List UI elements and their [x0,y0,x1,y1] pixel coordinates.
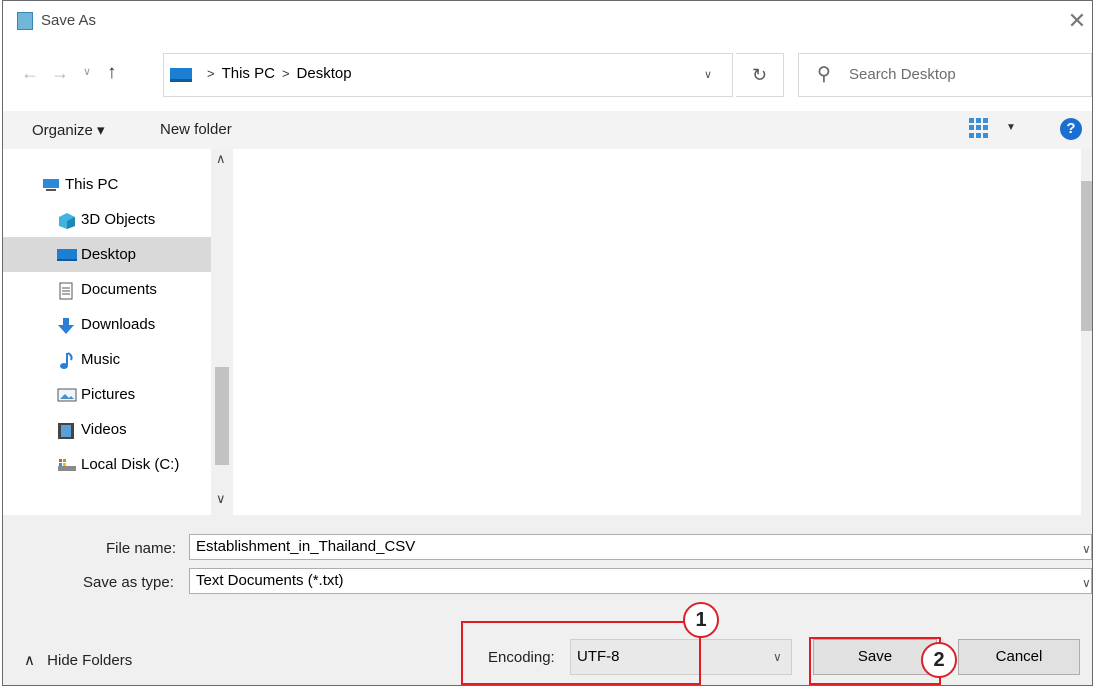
desktop-icon [57,247,77,263]
view-options-icon[interactable] [969,118,989,138]
sidebar-item-videos[interactable]: Videos [3,412,211,447]
file-name-value: Establishment_in_Thailand_CSV [196,538,416,555]
command-bar: Organize ▾ New folder ▼ ? [3,111,1092,149]
music-icon [57,351,75,369]
breadcrumb-this-pc[interactable]: This PC [222,65,275,82]
sidebar-item-label: Videos [81,421,127,438]
save-type-select[interactable]: Text Documents (*.txt) ∨ [189,568,1092,594]
breadcrumb-desktop[interactable]: Desktop [297,65,352,82]
file-list-area[interactable] [233,149,1081,515]
sidebar-item-music[interactable]: Music [3,342,211,377]
file-name-dropdown-icon[interactable]: ∨ [1082,542,1091,556]
sidebar-item-label: Desktop [81,246,137,263]
sidebar-item-label: Music [81,351,121,368]
cancel-button[interactable]: Cancel [958,639,1080,675]
new-folder-button[interactable]: New folder [160,121,232,138]
navigation-pane: This PC 3D Objects Desktop Documents Dow… [3,149,233,515]
forward-arrow-icon[interactable]: → [51,63,69,84]
save-type-value: Text Documents (*.txt) [196,572,344,589]
search-input[interactable]: ⚲ Search Desktop [798,53,1092,97]
chevron-right-icon[interactable]: > [282,66,290,81]
navigation-scrollbar[interactable]: ∧ ∨ [211,149,233,515]
search-icon: ⚲ [817,64,831,85]
refresh-button[interactable]: ↻ [736,53,784,97]
sidebar-item-label: Local Disk (C:) [81,456,180,473]
breadcrumb: > This PC > Desktop [200,65,352,82]
chevron-up-icon: ∧ [24,652,35,669]
sidebar-item-this-pc[interactable]: This PC [3,167,211,202]
pictures-icon [57,387,77,403]
encoding-highlight-box [461,621,701,685]
hide-folders-button[interactable]: ∧ Hide Folders [24,651,132,669]
organize-button[interactable]: Organize ▾ [32,121,105,139]
documents-icon [57,282,75,299]
view-dropdown-icon[interactable]: ▼ [1006,122,1016,133]
downloads-icon [57,317,75,334]
sidebar-item-label: Documents [81,281,157,298]
sidebar-item-label: Downloads [81,316,156,333]
save-type-dropdown-icon[interactable]: ∨ [1082,576,1091,590]
title-bar: Save As ✕ [3,1,1092,43]
folder-tree: This PC 3D Objects Desktop Documents Dow… [3,167,211,482]
sidebar-item-label: Pictures [81,386,136,403]
scrollbar-thumb[interactable] [215,367,229,465]
help-icon[interactable]: ? [1060,118,1082,140]
3d-objects-icon [57,212,75,229]
sidebar-item-label: This PC [65,176,119,193]
up-arrow-icon[interactable]: ↑ [107,62,117,84]
chevron-right-icon: > [207,66,215,81]
desktop-icon [170,68,192,82]
sidebar-item-label: 3D Objects [81,211,156,228]
videos-icon [57,422,75,439]
address-dropdown-icon[interactable]: ∨ [704,68,712,81]
sidebar-item-desktop[interactable]: Desktop [3,237,211,272]
callout-1: 1 [683,602,719,638]
scroll-down-icon[interactable]: ∨ [216,491,226,507]
sidebar-item-local-disk[interactable]: Local Disk (C:) [3,447,211,482]
scrollbar-thumb[interactable] [1081,181,1092,331]
notepad-icon [14,10,33,30]
close-button[interactable]: ✕ [1063,7,1091,35]
address-bar[interactable]: > This PC > Desktop ∨ [163,53,733,97]
local-disk-icon [57,457,76,473]
file-name-label: File name: [106,540,177,557]
callout-2: 2 [921,642,957,678]
this-pc-icon [41,177,59,193]
save-type-label: Save as type: [83,574,174,591]
back-arrow-icon[interactable]: ← [21,63,39,84]
hide-folders-label: Hide Folders [47,652,133,669]
sidebar-item-documents[interactable]: Documents [3,272,211,307]
search-placeholder: Search Desktop [849,66,956,83]
sidebar-item-downloads[interactable]: Downloads [3,307,211,342]
sidebar-item-3d-objects[interactable]: 3D Objects [3,202,211,237]
save-as-dialog: Save As ✕ ← → ∨ ↑ > This PC > Desktop ∨ ↻ ⚲… [2,0,1093,686]
window-title: Save As [41,12,97,29]
sidebar-item-pictures[interactable]: Pictures [3,377,211,412]
encoding-dropdown-icon[interactable]: ∨ [773,650,782,664]
scroll-up-icon[interactable]: ∧ [216,151,226,167]
file-name-field[interactable]: Establishment_in_Thailand_CSV ∨ [189,534,1092,560]
recent-locations-chevron-icon[interactable]: ∨ [83,65,91,78]
file-list-scrollbar[interactable] [1081,149,1092,515]
